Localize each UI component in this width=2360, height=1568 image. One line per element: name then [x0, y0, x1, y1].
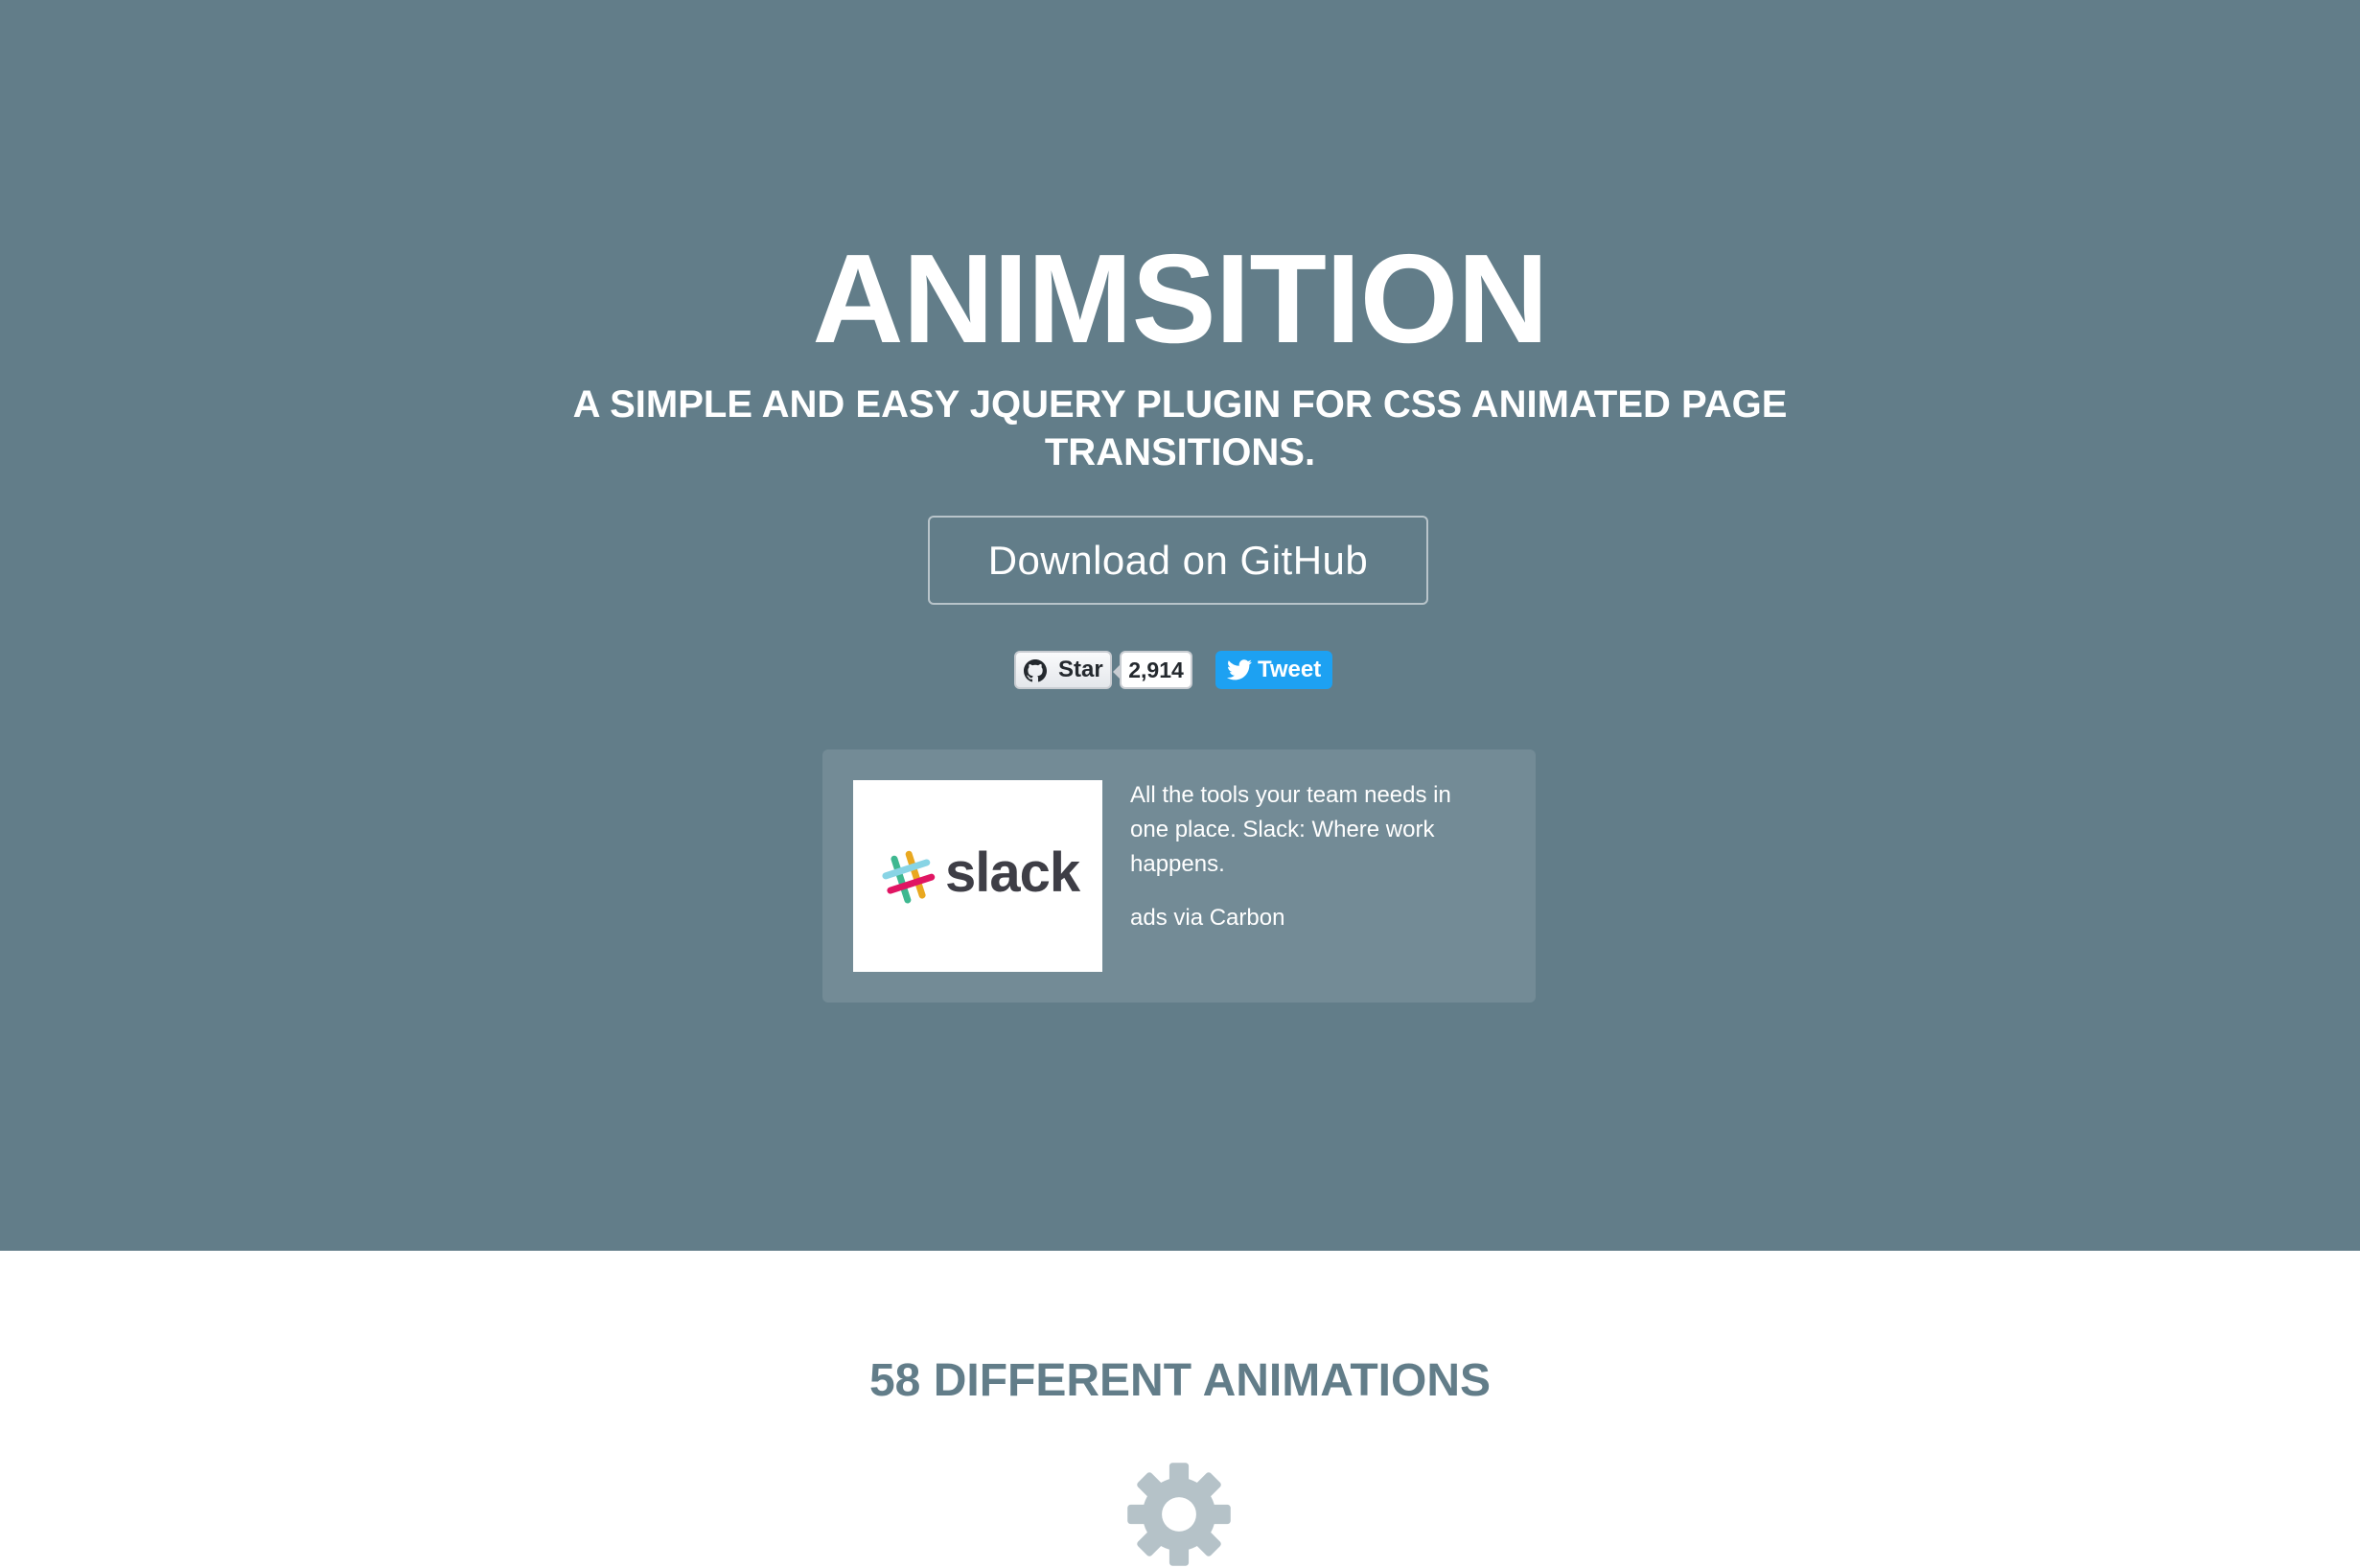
github-star-button[interactable]: Star: [1014, 651, 1112, 689]
ad-text[interactable]: All the tools your team needs in one pla…: [1130, 778, 1494, 882]
slack-wordmark: slack: [945, 842, 1080, 904]
page-title: ANIMSITION: [812, 228, 1548, 369]
github-star-label: Star: [1058, 657, 1103, 682]
section-title: 58 DIFFERENT ANIMATIONS: [868, 1355, 1492, 1406]
tweet-label: Tweet: [1258, 657, 1322, 682]
tweet-button[interactable]: Tweet: [1215, 651, 1332, 689]
slack-logo-icon: [882, 850, 936, 904]
github-star-count[interactable]: 2,914: [1113, 651, 1192, 689]
github-icon: [1024, 659, 1047, 682]
carbon-ad: slack All the tools your team needs in o…: [822, 749, 1536, 1003]
ad-via-carbon-link[interactable]: ads via Carbon: [1130, 901, 1284, 935]
social-buttons: Star 2,914 Tweet: [0, 651, 2360, 691]
twitter-bird-icon: [1227, 659, 1252, 680]
ad-image[interactable]: slack: [853, 780, 1102, 972]
page-subtitle: A SIMPLE AND EASY JQUERY PLUGIN FOR CSS …: [572, 383, 1788, 473]
download-github-button[interactable]: Download on GitHub: [928, 516, 1428, 605]
hero-section: ANIMSITION A SIMPLE AND EASY JQUERY PLUG…: [0, 0, 2360, 1251]
gear-icon: [1127, 1463, 1231, 1566]
